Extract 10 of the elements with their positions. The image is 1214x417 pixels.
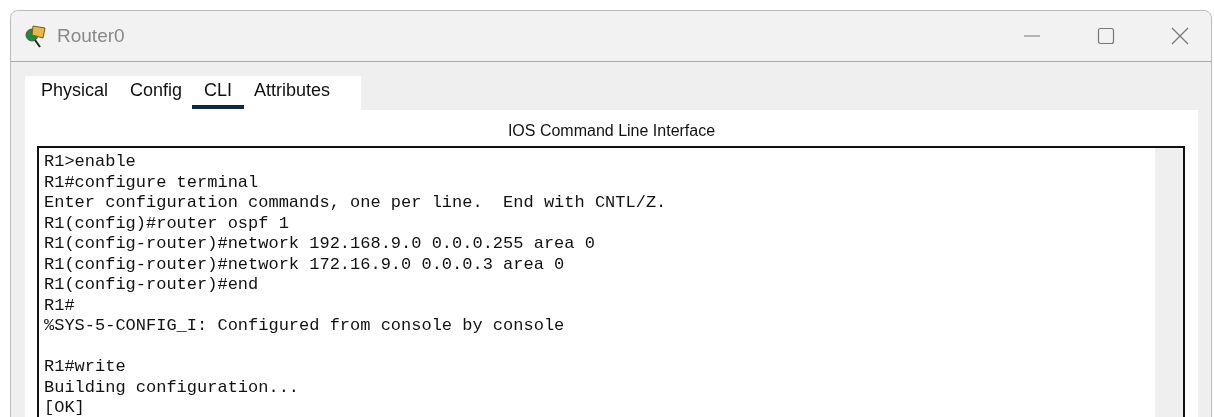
panel-heading: IOS Command Line Interface	[507, 122, 716, 140]
router-icon	[23, 23, 49, 49]
terminal-output: R1>enable R1#configure terminal Enter configuration commands, one per line. End with CNTL/Z. R1(config)#router ospf 1 R1(config-router)#network 192.168.9.0 0.0.0.255 area 0 R1(config-router)#network 172.16.9.0 0.0.0.3 area 0 R1(config-router)#end R1# %SYS-5-CONFIG_I: Configured from console by console R1#write Building configuration... [OK]	[43, 151, 668, 417]
scrollbar[interactable]	[1155, 148, 1183, 417]
close-icon[interactable]	[1171, 27, 1189, 45]
tab[interactable]: Physical	[29, 77, 121, 109]
maximize-icon[interactable]	[1097, 27, 1115, 45]
tab[interactable]: Attributes	[242, 77, 343, 109]
tab[interactable]: Config	[118, 77, 195, 109]
window-title: Router0	[57, 25, 125, 47]
